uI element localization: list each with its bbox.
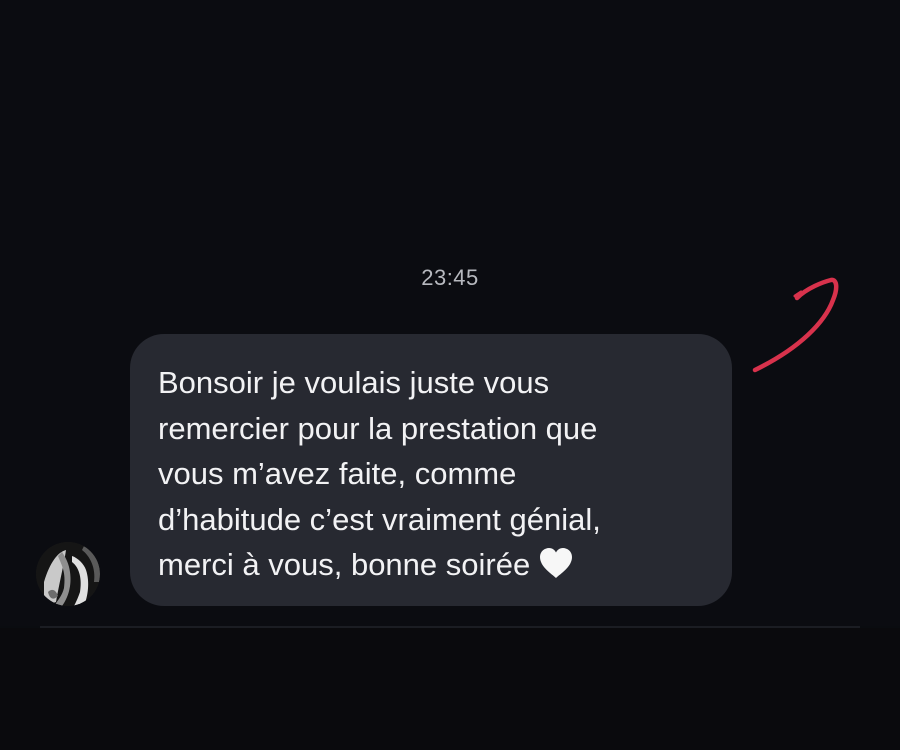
chat-screen: 23:45 Bonsoir je voulais juste vous reme… xyxy=(0,0,900,750)
message-thread[interactable]: 23:45 Bonsoir je voulais juste vous reme… xyxy=(0,0,900,626)
sender-avatar[interactable] xyxy=(36,542,100,606)
avatar-image xyxy=(36,542,100,606)
bottom-area xyxy=(0,628,900,750)
message-row: Bonsoir je voulais juste vous remercier … xyxy=(0,330,900,610)
received-message-bubble[interactable]: Bonsoir je voulais juste vous remercier … xyxy=(130,334,732,606)
message-text: Bonsoir je voulais juste vous remercier … xyxy=(158,360,704,588)
message-body: Bonsoir je voulais juste vous remercier … xyxy=(158,365,601,582)
white-heart-icon xyxy=(540,548,573,578)
